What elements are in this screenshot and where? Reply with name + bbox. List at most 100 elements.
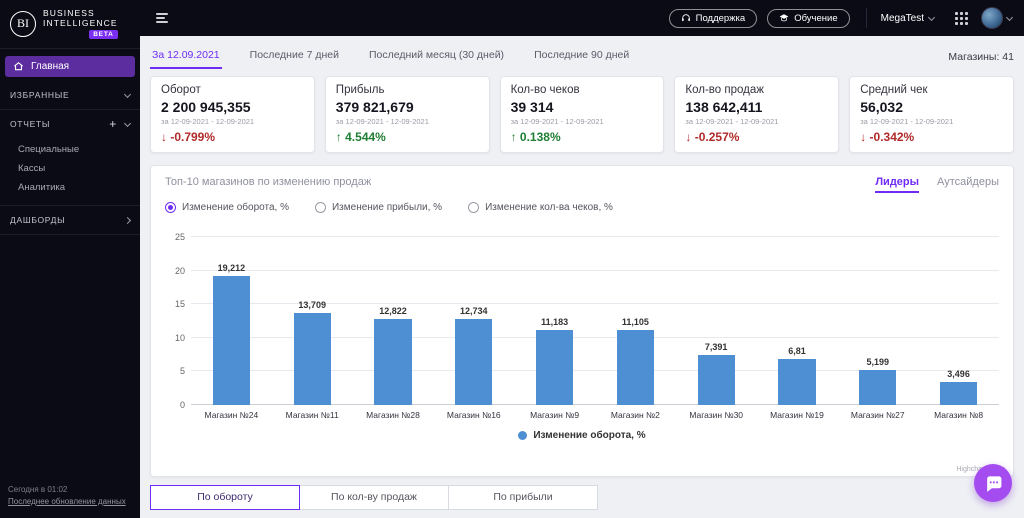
bar[interactable] bbox=[940, 382, 977, 405]
sidebar-item-special[interactable]: Специальные bbox=[0, 140, 140, 159]
bar[interactable] bbox=[374, 319, 411, 405]
tab-leaders[interactable]: Лидеры bbox=[875, 176, 919, 193]
radio-turnover-change[interactable]: Изменение оборота, % bbox=[165, 202, 289, 213]
chevron-down-icon bbox=[928, 13, 935, 20]
bar[interactable] bbox=[455, 319, 492, 405]
radio-label: Изменение оборота, % bbox=[182, 202, 289, 213]
x-tick-label: Магазин №28 bbox=[353, 410, 434, 420]
bar-column[interactable]: 3,496 bbox=[918, 237, 999, 405]
bar-value-label: 3,496 bbox=[947, 369, 970, 379]
bar-value-label: 12,822 bbox=[379, 306, 407, 316]
radio-profit-change[interactable]: Изменение прибыли, % bbox=[315, 202, 442, 213]
apps-grid-icon[interactable] bbox=[952, 9, 971, 28]
kpi-card-turnover[interactable]: Оборот 2 200 945,355 за 12-09-2021 - 12-… bbox=[150, 76, 315, 153]
menu-toggle-icon[interactable] bbox=[152, 9, 172, 27]
bottom-tabs: По обороту По кол-ву продаж По прибыли bbox=[150, 485, 1014, 510]
main-content: За 12.09.2021 Последние 7 дней Последний… bbox=[140, 36, 1024, 518]
bi-logo-icon: BI bbox=[10, 11, 36, 37]
bar[interactable] bbox=[294, 313, 331, 405]
tab-period-90days[interactable]: Последние 90 дней bbox=[532, 44, 631, 69]
kpi-delta: ↑ 4.544% bbox=[336, 130, 479, 144]
bar-column[interactable]: 12,734 bbox=[433, 237, 514, 405]
account-name: MegaTest bbox=[881, 13, 924, 24]
kpi-card-receipts[interactable]: Кол-во чеков 39 314 за 12-09-2021 - 12-0… bbox=[500, 76, 665, 153]
radio-label: Изменение кол-ва чеков, % bbox=[485, 202, 613, 213]
x-tick-label: Магазин №16 bbox=[433, 410, 514, 420]
avatar bbox=[981, 7, 1003, 29]
kpi-title: Средний чек bbox=[860, 84, 1003, 96]
sidebar-dashboards-label: ДАШБОРДЫ bbox=[10, 215, 65, 225]
user-menu[interactable] bbox=[981, 7, 1012, 29]
kpi-period: за 12-09-2021 - 12-09-2021 bbox=[161, 117, 304, 126]
bar-value-label: 13,709 bbox=[298, 300, 326, 310]
tab-period-7days[interactable]: Последние 7 дней bbox=[248, 44, 341, 69]
bar[interactable] bbox=[617, 330, 654, 405]
tab-by-turnover[interactable]: По обороту bbox=[150, 485, 300, 510]
kpi-title: Прибыль bbox=[336, 84, 479, 96]
sidebar-item-analytics[interactable]: Аналитика bbox=[0, 178, 140, 197]
bar[interactable] bbox=[859, 370, 896, 405]
kpi-row: Оборот 2 200 945,355 за 12-09-2021 - 12-… bbox=[150, 76, 1014, 153]
bar-value-label: 11,183 bbox=[541, 317, 568, 327]
sidebar-item-home[interactable]: Главная bbox=[5, 56, 135, 77]
y-tick-label: 5 bbox=[180, 366, 185, 376]
radio-receipts-change[interactable]: Изменение кол-ва чеков, % bbox=[468, 202, 613, 213]
kpi-value: 379 821,679 bbox=[336, 99, 479, 115]
top-stores-chart-card: Топ-10 магазинов по изменению продаж Лид… bbox=[150, 165, 1014, 477]
period-filter-row: За 12.09.2021 Последние 7 дней Последний… bbox=[150, 44, 1014, 69]
tab-outsiders[interactable]: Аутсайдеры bbox=[937, 176, 999, 193]
add-report-icon[interactable]: + bbox=[109, 120, 117, 128]
kpi-card-profit[interactable]: Прибыль 379 821,679 за 12-09-2021 - 12-0… bbox=[325, 76, 490, 153]
bar-column[interactable]: 13,709 bbox=[272, 237, 353, 405]
bar-column[interactable]: 7,391 bbox=[676, 237, 757, 405]
kpi-title: Кол-во чеков bbox=[511, 84, 654, 96]
sidebar-item-dashboards[interactable]: ДАШБОРДЫ bbox=[0, 206, 140, 235]
sidebar-footer: Сегодня в 01:02 Последнее обновление дан… bbox=[0, 478, 140, 518]
app-logo[interactable]: BI BUSINESS INTELLIGENCE BETA bbox=[0, 0, 140, 49]
kpi-value: 138 642,411 bbox=[685, 99, 828, 115]
sidebar-item-reports[interactable]: ОТЧЕТЫ + bbox=[0, 110, 140, 138]
chart-tabs: Лидеры Аутсайдеры bbox=[875, 176, 999, 193]
last-update-link[interactable]: Последнее обновление данных bbox=[8, 496, 132, 508]
y-tick-label: 25 bbox=[175, 232, 185, 242]
support-button[interactable]: Поддержка bbox=[669, 9, 758, 28]
tab-period-30days[interactable]: Последний месяц (30 дней) bbox=[367, 44, 506, 69]
kpi-title: Оборот bbox=[161, 84, 304, 96]
bar-column[interactable]: 6,81 bbox=[757, 237, 838, 405]
bar[interactable] bbox=[778, 359, 815, 405]
bar-column[interactable]: 19,212 bbox=[191, 237, 272, 405]
bar-column[interactable]: 12,822 bbox=[353, 237, 434, 405]
account-menu[interactable]: MegaTest bbox=[866, 8, 942, 28]
legend-marker-icon bbox=[518, 431, 527, 440]
kpi-card-avg-receipt[interactable]: Средний чек 56,032 за 12-09-2021 - 12-09… bbox=[849, 76, 1014, 153]
kpi-period: за 12-09-2021 - 12-09-2021 bbox=[685, 117, 828, 126]
bar-value-label: 6,81 bbox=[788, 346, 806, 356]
sidebar-home-label: Главная bbox=[31, 61, 69, 72]
kpi-title: Кол-во продаж bbox=[685, 84, 828, 96]
bar-column[interactable]: 11,183 bbox=[514, 237, 595, 405]
sidebar-item-cash[interactable]: Кассы bbox=[0, 159, 140, 178]
chart-title: Топ-10 магазинов по изменению продаж bbox=[165, 176, 371, 188]
chat-button[interactable] bbox=[974, 464, 1012, 502]
bar[interactable] bbox=[698, 355, 735, 405]
bar-column[interactable]: 11,105 bbox=[595, 237, 676, 405]
graduation-cap-icon bbox=[779, 13, 789, 23]
tab-period-day[interactable]: За 12.09.2021 bbox=[150, 44, 222, 69]
kpi-delta: ↓ -0.342% bbox=[860, 130, 1003, 144]
sidebar-item-favorites[interactable]: ИЗБРАННЫЕ bbox=[0, 81, 140, 110]
kpi-delta: ↓ -0.799% bbox=[161, 130, 304, 144]
kpi-value: 56,032 bbox=[860, 99, 1003, 115]
bar-column[interactable]: 5,199 bbox=[837, 237, 918, 405]
sidebar-reports-label: ОТЧЕТЫ bbox=[10, 119, 50, 129]
tab-by-profit[interactable]: По прибыли bbox=[448, 485, 598, 510]
tab-by-sales-count[interactable]: По кол-ву продаж bbox=[299, 485, 449, 510]
bar[interactable] bbox=[213, 276, 250, 405]
chart-legend[interactable]: Изменение оборота, % bbox=[165, 430, 999, 441]
bar-value-label: 19,212 bbox=[218, 263, 246, 273]
training-button[interactable]: Обучение bbox=[767, 9, 849, 28]
kpi-card-sales[interactable]: Кол-во продаж 138 642,411 за 12-09-2021 … bbox=[674, 76, 839, 153]
bar[interactable] bbox=[536, 330, 573, 405]
radio-label: Изменение прибыли, % bbox=[332, 202, 442, 213]
chevron-down-icon bbox=[124, 90, 131, 97]
x-tick-label: Магазин №27 bbox=[837, 410, 918, 420]
